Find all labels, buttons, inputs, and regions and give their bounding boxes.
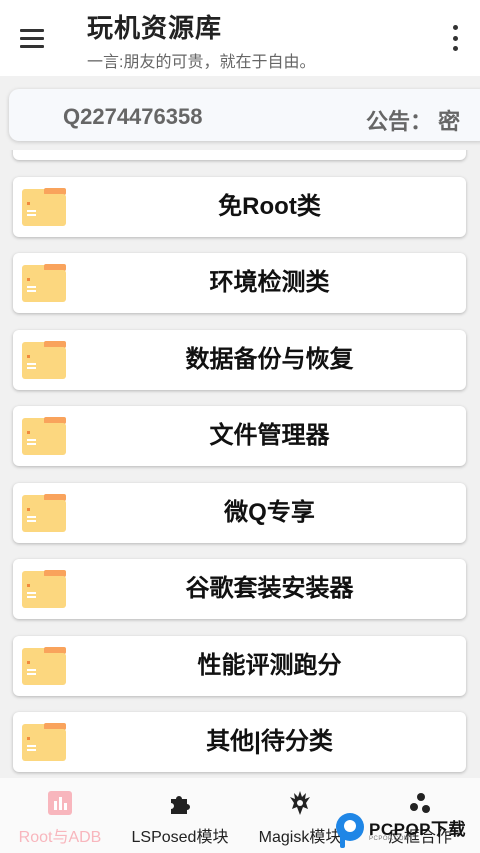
magisk-mask-icon [290, 791, 310, 815]
list-item[interactable] [13, 150, 466, 160]
list-item-other[interactable]: 其他|待分类 [13, 712, 466, 772]
list-item-backup[interactable]: 数据备份与恢复 [13, 330, 466, 390]
more-vertical-icon[interactable] [450, 25, 460, 51]
list-item-label: 文件管理器 [209, 422, 330, 449]
nav-tab-label: LSPosed模块 [131, 829, 229, 846]
page-title: 玩机资源库 [87, 13, 223, 43]
notice-banner[interactable]: Q2274476358 公告： 密 [9, 89, 480, 141]
list-item-label: 谷歌套装安装器 [185, 575, 354, 602]
nav-tab-label: Root与ADB [18, 829, 102, 846]
list-item-wechat-qq[interactable]: 微Q专享 [13, 483, 466, 543]
notice-text: Q2274476358 [63, 104, 203, 129]
list-item-label: 免Root类 [218, 193, 321, 220]
list-item-label: 性能评测跑分 [197, 652, 342, 679]
list-item-benchmark[interactable]: 性能评测跑分 [13, 636, 466, 696]
nav-tab-lsposed[interactable]: LSPosed模块 [126, 778, 234, 853]
page-subtitle: 一言:朋友的可贵，就在于自由。 [87, 54, 316, 71]
pcpop-logo-icon [336, 813, 364, 848]
list-item-google-installer[interactable]: 谷歌套装安装器 [13, 559, 466, 619]
puzzle-icon [171, 796, 190, 814]
notice-label: 公告： 密 [366, 109, 461, 134]
list-item-env-check[interactable]: 环境检测类 [13, 253, 466, 313]
list-item-file-manager[interactable]: 文件管理器 [13, 406, 466, 466]
watermark-logo: PCPOP下载 PCPOP.COM [333, 809, 480, 853]
list-item-no-root[interactable]: 免Root类 [13, 177, 466, 237]
nav-tab-root-adb[interactable]: Root与ADB [8, 778, 112, 853]
list-item-label: 环境检测类 [209, 269, 330, 296]
list-item-label: 其他|待分类 [206, 728, 333, 755]
category-list[interactable]: 免Root类 环境检测类 数据备份与恢复 文件管理器 微Q专享 谷歌套装安装器 … [0, 150, 480, 778]
list-item-label: 微Q专享 [224, 499, 315, 526]
hamburger-menu-icon[interactable] [20, 22, 56, 54]
app-bar: 玩机资源库 一言:朋友的可贵，就在于自由。 [0, 0, 480, 76]
watermark-subtext: PCPOP.COM [369, 836, 410, 842]
nav-tab-label: Magisk模块 [258, 829, 342, 846]
bar-chart-icon [48, 791, 72, 815]
list-item-label: 数据备份与恢复 [185, 346, 354, 373]
